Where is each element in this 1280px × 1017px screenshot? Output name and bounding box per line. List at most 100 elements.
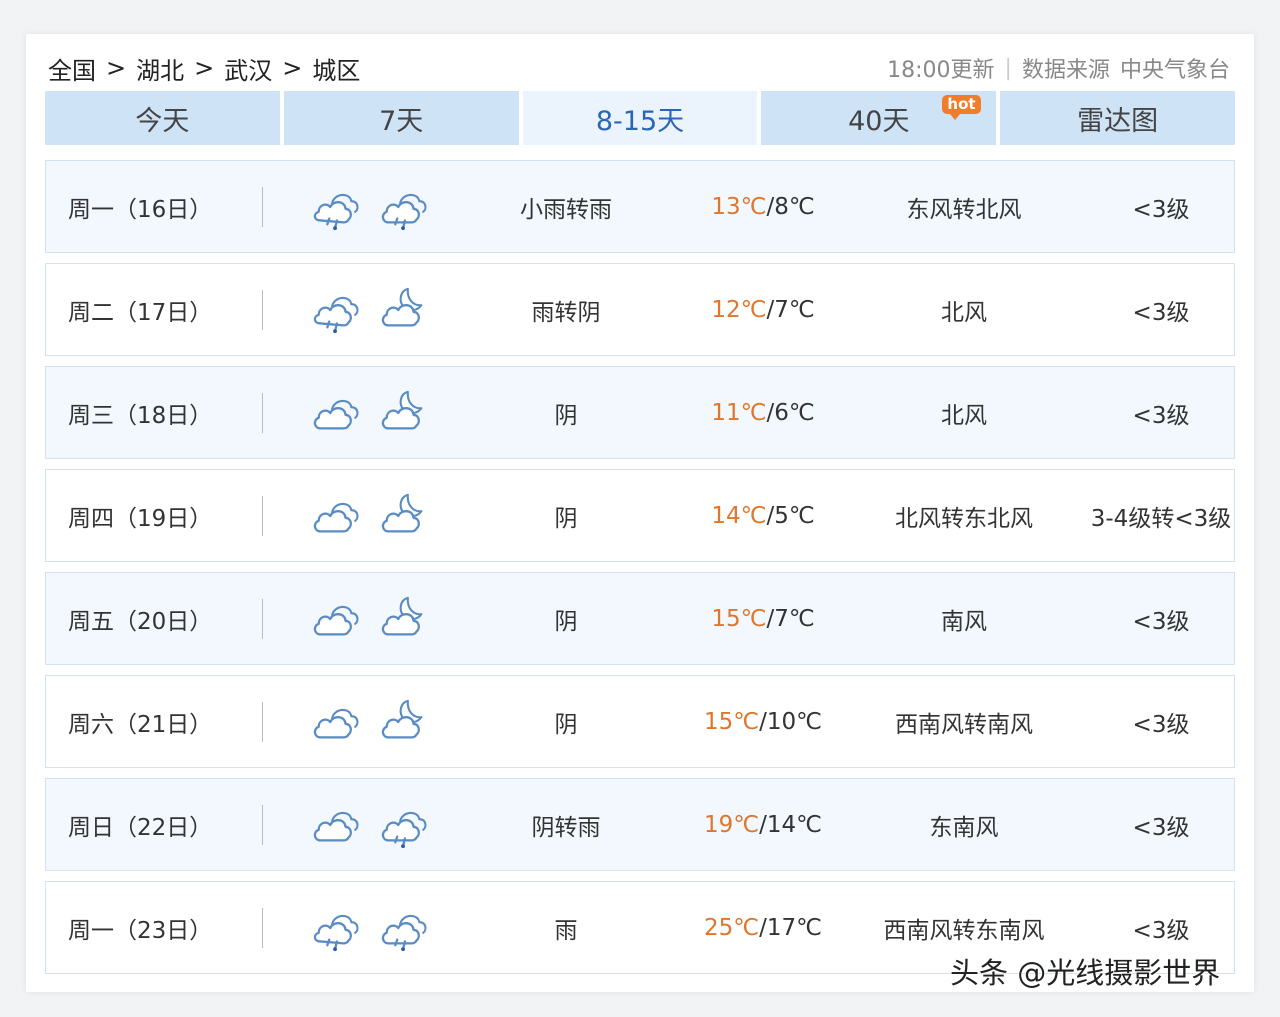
wind-direction: 东风转北风 [906,196,1022,223]
wind-direction: 北风 [941,299,987,326]
update-time: 18:00更新 [887,58,995,83]
temperature: 15℃/10℃ [696,676,830,767]
high-temp: 11℃ [711,399,767,426]
data-source-label: 数据来源 [1021,58,1110,83]
forecast-row: 周三（18日） 阴 11℃/6℃ 北风 <3级 [45,366,1235,459]
breadcrumb-country[interactable]: 全国 [48,51,96,86]
day-label: 周二（17日） [68,299,213,326]
weather-description: 阴 [554,402,578,429]
breadcrumb: 全国 > 湖北 > 武汉 > 城区 [48,51,360,86]
wind-direction: 北风 [941,402,987,429]
weather-description: 阴 [554,711,578,738]
wind-level: <3级 [1132,608,1190,635]
day-label: 周四（19日） [68,505,213,532]
temp-separator: / [766,399,775,426]
low-temp: 8℃ [774,193,815,220]
high-temp: 13℃ [711,193,767,220]
weather-icons [310,676,430,767]
wind-direction: 南风 [941,608,987,635]
row-divider [262,496,263,536]
row-divider [262,908,263,948]
tab-today[interactable]: 今天 [45,91,280,145]
tab-label: 40天 [848,105,910,137]
overcast-icon [310,594,362,644]
tab-7-days[interactable]: 7天 [283,91,519,145]
temperature: 12℃/7℃ [696,264,830,355]
rain-icon [310,182,362,232]
breadcrumb-separator: > [282,54,303,82]
low-temp: 17℃ [766,914,822,941]
tab-radar[interactable]: 雷达图 [1000,91,1235,145]
day-label: 周一（16日） [68,196,213,223]
row-divider [262,393,263,433]
temperature: 14℃/5℃ [696,470,830,561]
tab-label: 今天 [135,105,190,137]
breadcrumb-district[interactable]: 城区 [312,51,360,86]
temperature: 15℃/7℃ [696,573,830,664]
temp-separator: / [759,811,767,838]
high-temp: 15℃ [704,708,760,735]
temp-separator: / [766,296,775,323]
breadcrumb-city[interactable]: 武汉 [224,51,272,86]
day-label: 周日（22日） [68,814,213,841]
forecast-row: 周五（20日） 阴 15℃/7℃ 南风 <3级 [45,572,1235,665]
rain-icon [310,903,362,953]
forecast-row: 周二（17日） 雨转阴 12℃/7℃ 北风 <3级 [45,263,1235,356]
weather-description: 阴 [554,608,578,635]
wind-level: <3级 [1132,196,1190,223]
temp-separator: / [766,193,775,220]
forecast-tabs: 今天 7天 8-15天 40天 hot 雷达图 [45,91,1235,145]
low-temp: 14℃ [766,811,822,838]
breadcrumb-separator: > [106,54,127,82]
overcast-icon [310,491,362,541]
tab-label: 8-15天 [595,105,685,137]
breadcrumb-separator: > [194,54,215,82]
wind-direction: 北风转东北风 [895,505,1033,532]
wind-level: 3-4级转<3级 [1090,505,1232,532]
high-temp: 19℃ [704,811,760,838]
forecast-row: 周四（19日） 阴 14℃/5℃ 北风转东北风 3-4级转<3级 [45,469,1235,562]
overcast-icon [310,697,362,747]
wind-direction: 西南风转南风 [895,711,1033,738]
cloudy-night-icon [378,594,430,644]
weather-description: 阴 [554,505,578,532]
day-label: 周五（20日） [68,608,213,635]
weather-description: 雨 [554,917,578,944]
cloudy-night-icon [378,491,430,541]
weather-description: 小雨转雨 [520,196,612,223]
wind-level: <3级 [1132,299,1190,326]
hot-badge: hot [942,95,981,120]
forecast-row: 周六（21日） 阴 15℃/10℃ 西南风转南风 <3级 [45,675,1235,768]
row-divider [262,805,263,845]
high-temp: 25℃ [704,914,760,941]
temp-separator: / [766,605,775,632]
rain-icon [310,285,362,335]
row-divider [262,599,263,639]
weather-icons [310,161,430,252]
weather-icons [310,882,430,973]
tab-8-15-days[interactable]: 8-15天 [522,91,758,145]
night-rain-icon [378,800,430,850]
update-info: 18:00更新 | 数据来源 中央气象台 [887,52,1230,84]
day-label: 周六（21日） [68,711,213,738]
high-temp: 15℃ [711,605,767,632]
weather-description: 雨转阴 [531,299,601,326]
tab-label: 7天 [379,105,424,137]
meta-divider: | [1004,55,1012,81]
breadcrumb-province[interactable]: 湖北 [136,51,184,86]
weather-icons [310,367,430,458]
tab-40-days[interactable]: 40天 hot [761,91,997,145]
high-temp: 14℃ [711,502,767,529]
wind-level: <3级 [1132,814,1190,841]
weather-icons [310,470,430,561]
row-divider [262,290,263,330]
day-label: 周三（18日） [68,402,213,429]
tab-label: 雷达图 [1077,105,1159,137]
cloudy-night-icon [378,388,430,438]
high-temp: 12℃ [711,296,767,323]
row-divider [262,702,263,742]
low-temp: 10℃ [766,708,822,735]
overcast-icon [310,388,362,438]
weather-icons [310,573,430,664]
low-temp: 5℃ [774,502,815,529]
